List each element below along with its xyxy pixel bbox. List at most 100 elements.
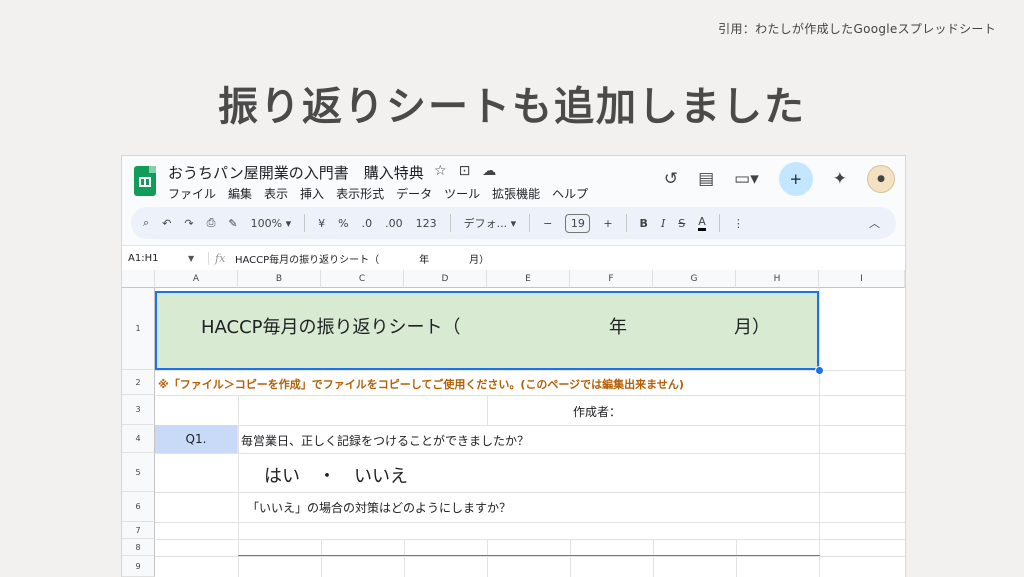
col-header-i[interactable]: I [819, 270, 905, 288]
currency-button[interactable]: ¥ [318, 217, 325, 230]
header-title-text: HACCP毎月の振り返りシート（ [201, 317, 461, 338]
row-header-5[interactable]: 5 [122, 453, 155, 492]
menu-data[interactable]: データ [396, 185, 432, 202]
avatar[interactable]: ● [867, 165, 895, 193]
row-header-7[interactable]: 7 [122, 522, 155, 539]
italic-button[interactable]: I [661, 217, 665, 230]
comment-icon[interactable]: ▤ [698, 169, 714, 189]
write-in-line [238, 555, 820, 556]
menu-bar: ファイル 編集 表示 挿入 表示形式 データ ツール 拡張機能 ヘルプ [168, 185, 588, 202]
q1-followup-text: 「いいえ」の場合の対策はどのようにしますか？ [247, 501, 512, 515]
gridline [155, 522, 905, 523]
font-size-increase-button[interactable]: + [603, 217, 612, 230]
paint-format-icon[interactable]: ✎ [228, 217, 237, 230]
gridline [570, 539, 571, 577]
col-header-e[interactable]: E [487, 270, 570, 288]
percent-button[interactable]: % [338, 217, 348, 230]
star-icon[interactable]: ☆ [434, 163, 447, 179]
fill-handle[interactable] [815, 366, 824, 375]
name-box[interactable]: A1:H1 [122, 253, 188, 264]
increase-decimal-button[interactable]: .00 [385, 217, 403, 230]
folder-move-icon[interactable]: ⊡ [459, 163, 471, 179]
gridline [736, 539, 737, 577]
menu-insert[interactable]: 挿入 [300, 185, 324, 202]
zoom-select[interactable]: 100% ▾ [251, 217, 291, 230]
header-actions: ↺ ▤ ▭▾ + ✦ ● [664, 162, 895, 196]
cell-grid[interactable]: A B C D E F G H I 1 2 3 4 5 6 7 8 9 HACC… [122, 270, 905, 577]
gridline [487, 539, 488, 577]
row-header-3[interactable]: 3 [122, 395, 155, 425]
gridline [155, 370, 905, 371]
col-header-f[interactable]: F [570, 270, 653, 288]
formula-input[interactable]: HACCP毎月の振り返りシート（ 年 月） [235, 251, 489, 266]
menu-help[interactable]: ヘルプ [552, 185, 588, 202]
toolbar-divider [718, 214, 720, 232]
search-icon[interactable]: ⌕ [143, 216, 149, 230]
col-header-g[interactable]: G [653, 270, 736, 288]
share-button[interactable]: + [778, 162, 813, 196]
slide-title: 振り返りシートも追加しました [218, 84, 806, 130]
font-name: デフォ... [463, 217, 508, 230]
add-person-icon: + [789, 170, 803, 188]
gridline [155, 425, 905, 426]
menu-edit[interactable]: 編集 [228, 185, 252, 202]
sheets-logo-icon[interactable] [134, 166, 156, 196]
select-all-corner[interactable] [122, 270, 155, 288]
document-title[interactable]: おうちパン屋開業の入門書 購入特典 [168, 162, 424, 183]
row-header-9[interactable]: 9 [122, 556, 155, 577]
menu-tools[interactable]: ツール [444, 185, 480, 202]
gridline [487, 395, 488, 425]
strikethrough-button[interactable]: S [678, 217, 685, 230]
gridline [155, 556, 905, 557]
author-label: 作成者： [573, 405, 622, 419]
gridline [321, 539, 322, 577]
col-header-a[interactable]: A [155, 270, 238, 288]
cloud-status-icon[interactable]: ☁ [482, 163, 496, 179]
toolbar-divider [304, 214, 306, 232]
gridline [238, 395, 239, 577]
undo-icon[interactable]: ↶ [162, 217, 171, 230]
number-format-button[interactable]: 123 [416, 217, 437, 230]
toolbar-divider [529, 214, 531, 232]
menu-file[interactable]: ファイル [168, 185, 216, 202]
text-color-button[interactable]: A [698, 215, 706, 231]
header-month-label: 月 [734, 317, 752, 338]
gridline [653, 539, 654, 577]
bold-button[interactable]: B [640, 217, 648, 230]
col-header-c[interactable]: C [321, 270, 404, 288]
row-header-6[interactable]: 6 [122, 492, 155, 522]
header-close-paren: ） [752, 317, 770, 338]
font-select[interactable]: デフォ... ▾ [464, 215, 517, 231]
name-box-caret-icon[interactable]: ▼ [188, 254, 208, 263]
zoom-value: 100% [250, 216, 283, 230]
font-size-decrease-button[interactable]: − [543, 217, 552, 230]
meet-icon[interactable]: ▭▾ [734, 169, 759, 189]
menu-extensions[interactable]: 拡張機能 [492, 185, 540, 202]
toolbar: ⌕ ↶ ↷ ⎙ ✎ 100% ▾ ¥ % .0 .00 123 デフォ... ▾… [131, 207, 896, 239]
more-options-icon[interactable]: ⋮ [733, 217, 744, 230]
col-header-b[interactable]: B [238, 270, 321, 288]
row-header-8[interactable]: 8 [122, 539, 155, 556]
q1-label-cell[interactable]: Q1. [155, 425, 238, 453]
row-header-1[interactable]: 1 [122, 288, 155, 370]
gemini-icon[interactable]: ✦ [833, 169, 847, 189]
decrease-decimal-button[interactable]: .0 [362, 217, 373, 230]
collapse-toolbar-icon[interactable]: ︿ [869, 215, 880, 231]
col-header-h[interactable]: H [736, 270, 819, 288]
row-header-2[interactable]: 2 [122, 370, 155, 395]
print-icon[interactable]: ⎙ [207, 216, 216, 230]
row-header-4[interactable]: 4 [122, 425, 155, 453]
col-header-d[interactable]: D [404, 270, 487, 288]
font-size-input[interactable]: 19 [565, 213, 591, 233]
gridline [155, 395, 905, 396]
spreadsheet-window: おうちパン屋開業の入門書 購入特典 ☆ ⊡ ☁ ファイル 編集 表示 挿入 表示… [121, 155, 906, 577]
copy-instruction-note: ※「ファイル＞コピーを作成」でファイルをコピーしてご使用ください。(このページで… [158, 378, 684, 391]
menu-format[interactable]: 表示形式 [336, 185, 384, 202]
menu-view[interactable]: 表示 [264, 185, 288, 202]
answer-options: はい ・ いいえ [264, 466, 408, 487]
gridline [155, 492, 905, 493]
gridline [819, 288, 820, 577]
history-icon[interactable]: ↺ [664, 169, 678, 189]
redo-icon[interactable]: ↷ [184, 217, 193, 230]
formula-bar: A1:H1 ▼ fx HACCP毎月の振り返りシート（ 年 月） [122, 245, 905, 271]
